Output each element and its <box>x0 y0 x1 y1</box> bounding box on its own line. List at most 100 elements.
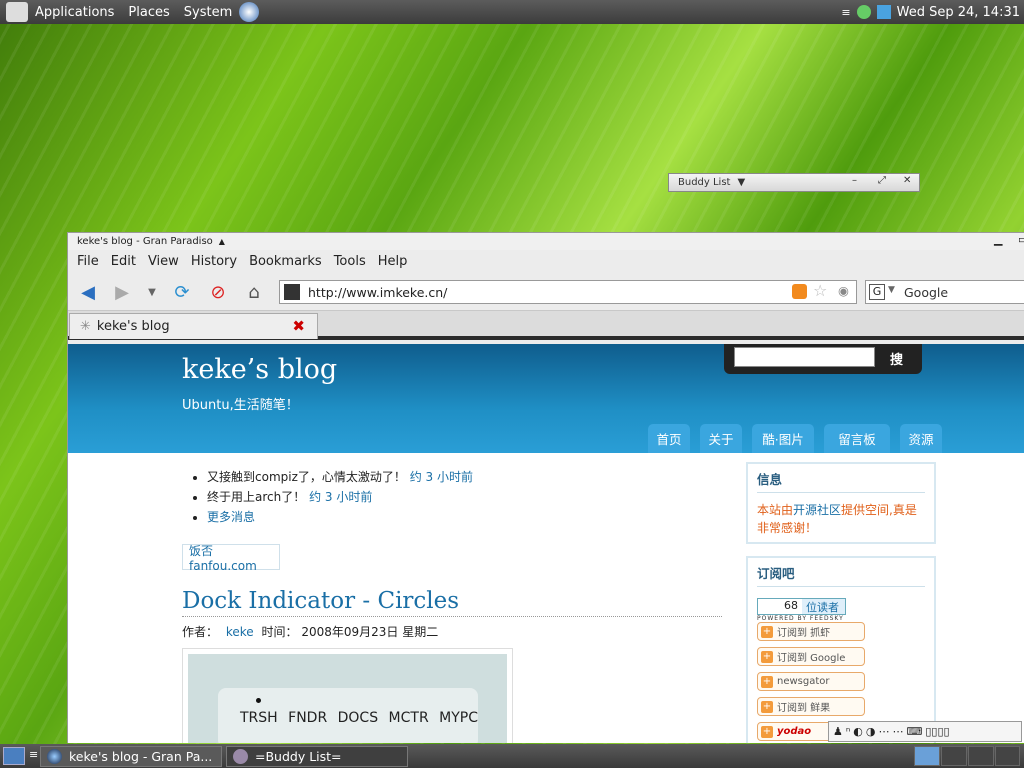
subscribe-label: 订阅到 鲜果 <box>777 703 831 714</box>
maximize-icon[interactable]: ⤢ <box>878 175 886 186</box>
home-icon[interactable]: ⌂ <box>242 280 266 304</box>
reader-count: 68 <box>758 599 802 614</box>
engine-dropdown-icon[interactable]: ▼ <box>888 285 895 295</box>
subscribe-label: newsgator <box>777 676 830 687</box>
subscribe-google-button[interactable]: + 订阅到 Google <box>757 647 865 666</box>
menu-file[interactable]: File <box>71 254 105 269</box>
plus-icon: + <box>761 675 773 688</box>
menu-edit[interactable]: Edit <box>105 254 142 269</box>
volume-icon[interactable] <box>876 5 891 19</box>
info-widget-title: 信息 <box>757 464 925 493</box>
star-icon[interactable]: ☆ <box>813 281 827 300</box>
link-icon[interactable]: ⋯ <box>878 725 889 738</box>
taskbar-item-browser[interactable]: keke's blog - Gran Pa... <box>40 746 222 767</box>
trad-icon[interactable]: ⋯ <box>892 725 903 738</box>
penguin-icon[interactable]: ♟ <box>833 725 843 738</box>
plus-icon: + <box>761 650 773 663</box>
minimize-icon[interactable]: ▁ <box>994 233 1002 246</box>
info-text-pre: 本站由 <box>757 503 794 517</box>
width-icon[interactable]: ◑ <box>866 725 876 738</box>
google-engine-icon[interactable]: G <box>869 284 885 300</box>
blog-search-input[interactable] <box>734 347 875 367</box>
tab-kekes-blog[interactable]: ✳ keke's blog ✖ <box>69 313 318 339</box>
subscribe-widget: 订阅吧 68 位读者 POWERED BY FEEDSKY + 订阅到 抓虾 + 订阅… <box>746 556 936 743</box>
author-link[interactable]: keke <box>226 625 254 639</box>
close-tab-icon[interactable]: ✖ <box>292 317 305 335</box>
nav-guestbook[interactable]: 留言板 <box>824 424 890 453</box>
menu-help[interactable]: Help <box>372 254 414 269</box>
blog-search-button[interactable]: 搜 <box>890 349 903 368</box>
go-dropdown-icon[interactable]: ◉ <box>838 283 849 298</box>
url-bar[interactable]: http://www.imkeke.cn/ ☆ ◉ <box>279 280 857 304</box>
browser-titlebar[interactable]: keke's blog - Gran Paradiso ▲ ▁ ▭ <box>68 233 1024 250</box>
show-desktop-icon[interactable] <box>3 747 25 765</box>
subscribe-zhuaxia-button[interactable]: + 订阅到 抓虾 <box>757 622 865 641</box>
reader-label: 位读者 <box>806 600 839 614</box>
menu-bookmarks[interactable]: Bookmarks <box>243 254 328 269</box>
history-dropdown-icon[interactable]: ▼ <box>140 280 164 304</box>
close-icon[interactable]: ✕ <box>903 175 911 186</box>
forward-icon[interactable]: ▶ <box>110 280 134 304</box>
feed-count-badge[interactable]: 68 位读者 <box>757 598 846 615</box>
minimize-icon[interactable]: – <box>852 175 857 186</box>
pidgin-icon <box>233 749 248 764</box>
workspace-4[interactable] <box>995 746 1020 766</box>
workspace-2[interactable] <box>941 746 967 766</box>
keyboard-icon[interactable]: ⌨ <box>906 725 922 738</box>
info-text: 本站由开源社区提供空间,真是非常感谢！ <box>748 493 934 545</box>
subscribe-newsgator-button[interactable]: + newsgator <box>757 672 865 691</box>
menu-tools[interactable]: Tools <box>328 254 372 269</box>
window-menu-icon[interactable]: ▲ <box>219 237 225 246</box>
maximize-icon[interactable]: ▭ <box>1018 233 1024 246</box>
workspace-3[interactable] <box>968 746 994 766</box>
update-time-link[interactable]: 约 3 小时前 <box>309 490 372 504</box>
input-method-toolbar[interactable]: ♟ ⁿ ◐ ◑ ⋯ ⋯ ⌨ ▯▯▯▯ <box>828 721 1022 742</box>
bottom-panel: ≡ keke's blog - Gran Pa... =Buddy List= <box>0 744 1024 768</box>
taskbar-label: =Buddy List= <box>255 749 342 764</box>
subscribe-xianguo-button[interactable]: + 订阅到 鲜果 <box>757 697 865 716</box>
loading-icon: ✳ <box>80 319 91 334</box>
back-icon[interactable]: ◀ <box>76 280 100 304</box>
nav-photos[interactable]: 酷·图片 <box>752 424 814 453</box>
subscribe-label: 订阅到 抓虾 <box>777 628 831 639</box>
subscribe-label: yodao <box>777 726 812 737</box>
applications-menu[interactable]: Applications <box>28 5 121 20</box>
nav-home[interactable]: 首页 <box>648 424 690 453</box>
nav-resources[interactable]: 资源 <box>900 424 942 453</box>
buddy-list-title: Buddy List <box>678 177 731 188</box>
stop-icon[interactable]: ⊘ <box>206 280 230 304</box>
taskbar-label: keke's blog - Gran Pa... <box>69 749 213 764</box>
notification-icon[interactable]: ≡ <box>841 6 850 19</box>
network-icon[interactable] <box>856 5 871 19</box>
punct-icon[interactable]: ◐ <box>853 725 863 738</box>
rss-icon[interactable] <box>792 284 807 299</box>
update-time-link[interactable]: 约 3 小时前 <box>410 470 473 484</box>
workspace-1[interactable] <box>914 746 940 766</box>
blog-title[interactable]: keke’s blog <box>182 354 337 385</box>
slot-icon[interactable]: ▯▯▯▯ <box>925 725 949 738</box>
foot-icon[interactable] <box>6 2 28 22</box>
clock[interactable]: Wed Sep 24, 14:31 <box>897 5 1020 20</box>
subscribe-widget-title: 订阅吧 <box>757 558 925 587</box>
post-title[interactable]: Dock Indicator - Circles <box>182 588 722 617</box>
menu-history[interactable]: History <box>185 254 243 269</box>
fanfou-badge[interactable]: 饭否 fanfou.com <box>182 544 280 573</box>
update-text: 又接触到compiz了，心情太激动了！ <box>207 470 406 484</box>
site-favicon <box>284 284 300 300</box>
search-bar[interactable]: G ▼ Google <box>865 280 1024 304</box>
mode-icon[interactable]: ⁿ <box>846 725 850 738</box>
browser-launcher-icon[interactable] <box>239 2 260 22</box>
more-updates-link[interactable]: 更多消息 <box>207 510 255 524</box>
info-link[interactable]: 开源社区 <box>793 503 841 517</box>
tab-bar: ✳ keke's blog ✖ <box>68 311 1024 340</box>
system-menu[interactable]: System <box>177 5 239 20</box>
browser-menubar: File Edit View History Bookmarks Tools H… <box>68 250 1024 272</box>
chevron-down-icon[interactable]: ▼ <box>737 177 745 188</box>
plus-icon: + <box>761 625 773 638</box>
buddy-list-window[interactable]: Buddy List ▼ – ⤢ ✕ <box>668 173 920 192</box>
nav-about[interactable]: 关于 <box>700 424 742 453</box>
menu-view[interactable]: View <box>142 254 185 269</box>
reload-icon[interactable]: ⟳ <box>170 280 194 304</box>
taskbar-item-buddy-list[interactable]: =Buddy List= <box>226 746 408 767</box>
places-menu[interactable]: Places <box>121 5 176 20</box>
